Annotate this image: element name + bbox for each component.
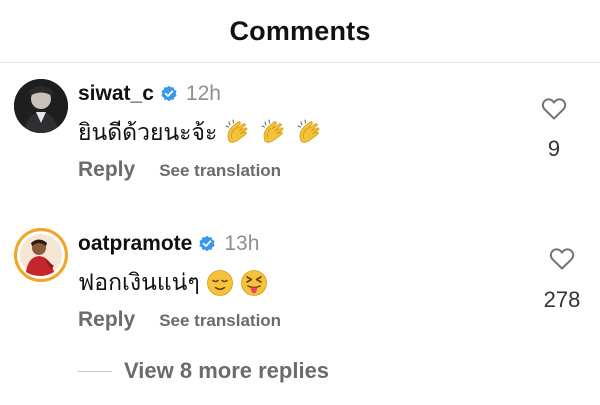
like-section: 9 — [534, 97, 574, 162]
username[interactable]: oatpramote — [78, 232, 192, 256]
reply-button[interactable]: Reply — [78, 158, 135, 182]
like-count: 9 — [547, 136, 561, 161]
comment-text: ยินดีด้วยนะจ้ะ — [78, 120, 218, 146]
avatar[interactable] — [14, 79, 68, 133]
page-title: Comments — [229, 15, 371, 46]
avatar-image — [14, 79, 68, 133]
replies-divider-line — [78, 370, 112, 372]
clapping-hands-icon — [297, 119, 320, 143]
relieved-face-icon — [206, 270, 233, 296]
clapping-hands-icon — [225, 119, 248, 143]
view-more-replies-label[interactable]: View 8 more replies — [124, 358, 329, 384]
heart-icon[interactable] — [541, 97, 567, 121]
comment-text-row: ยินดีด้วยนะจ้ะ — [78, 115, 325, 151]
verified-badge-icon — [161, 85, 177, 102]
username[interactable]: siwat_c — [78, 82, 154, 106]
reply-button[interactable]: Reply — [78, 308, 135, 332]
squinting-face-with-tongue-icon — [240, 270, 267, 296]
timestamp: 12h — [185, 82, 221, 105]
timestamp: 13h — [224, 232, 260, 255]
heart-icon[interactable] — [549, 247, 575, 271]
verified-badge-icon — [199, 235, 215, 252]
clapping-hands-icon — [261, 119, 284, 143]
view-more-replies[interactable]: View 8 more replies — [78, 358, 329, 384]
see-translation-link[interactable]: See translation — [159, 161, 281, 181]
avatar-image — [14, 228, 68, 282]
avatar[interactable] — [14, 228, 68, 282]
comment-text: ฟอกเงินแน่ๆ — [78, 270, 200, 296]
like-section: 278 — [542, 247, 582, 313]
like-count: 278 — [543, 287, 581, 312]
comments-header: Comments — [0, 0, 600, 63]
comment-text-row: ฟอกเงินแน่ๆ — [78, 265, 268, 301]
see-translation-link[interactable]: See translation — [159, 311, 281, 331]
